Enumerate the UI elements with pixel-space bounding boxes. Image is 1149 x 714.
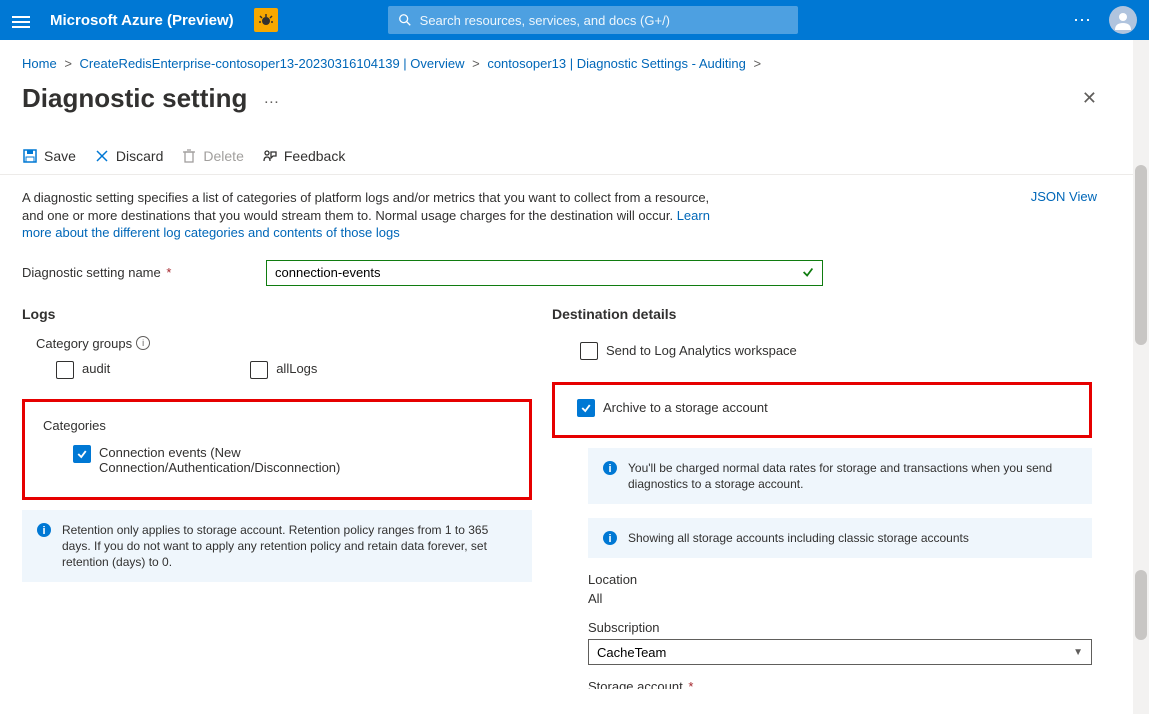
scrollbar[interactable] [1133,40,1149,714]
more-menu-icon[interactable]: ⋯ [1073,10,1093,31]
user-avatar[interactable] [1109,6,1137,34]
category-groups-label: Category groups i [36,336,532,351]
destination-heading: Destination details [552,306,1092,322]
archive-storage-label: Archive to a storage account [603,400,768,415]
location-label: Location [588,572,1092,587]
preview-bug-icon[interactable] [254,8,278,32]
page-more-icon[interactable]: … [263,90,279,108]
help-icon[interactable]: i [136,336,150,350]
brand-title: Microsoft Azure (Preview) [50,12,234,29]
scrollbar-thumb[interactable] [1135,570,1147,640]
location-value: All [588,591,1092,606]
delete-button: Delete [181,148,243,164]
audit-label: audit [82,361,110,376]
description-text: A diagnostic setting specifies a list of… [22,189,722,242]
connection-events-label: Connection events (New Connection/Authen… [99,445,439,475]
archive-highlighted-section: Archive to a storage account [552,382,1092,438]
breadcrumb: Home > CreateRedisEnterprise-contosoper1… [0,40,1149,75]
discard-button[interactable]: Discard [94,148,163,164]
hamburger-menu-icon[interactable] [12,13,30,27]
breadcrumb-resource[interactable]: contosoper13 | Diagnostic Settings - Aud… [487,56,745,71]
chevron-down-icon: ▼ [1073,647,1083,658]
info-icon: i [602,460,618,476]
valid-check-icon [801,265,815,284]
setting-name-input[interactable] [266,260,823,286]
subscription-label: Subscription [588,620,1092,635]
categories-label: Categories [43,418,525,433]
categories-highlighted-section: Categories Connection events (New Connec… [22,399,532,500]
feedback-icon [262,148,278,164]
svg-text:i: i [608,463,611,475]
search-placeholder: Search resources, services, and docs (G+… [420,13,670,28]
charge-info-box: i You'll be charged normal data rates fo… [588,448,1092,504]
discard-icon [94,148,110,164]
breadcrumb-deployment[interactable]: CreateRedisEnterprise-contosoper13-20230… [80,56,465,71]
search-icon [398,13,412,27]
setting-name-label: Diagnostic setting name * [22,265,266,280]
global-search[interactable]: Search resources, services, and docs (G+… [388,6,798,34]
svg-text:i: i [608,533,611,545]
azure-top-bar: Microsoft Azure (Preview) Search resourc… [0,0,1149,40]
subscription-select[interactable]: CacheTeam ▼ [588,639,1092,665]
log-analytics-checkbox[interactable] [580,342,598,360]
audit-checkbox[interactable] [56,361,74,379]
delete-icon [181,148,197,164]
command-bar: Save Discard Delete Feedback [0,136,1149,175]
breadcrumb-home[interactable]: Home [22,56,57,71]
all-logs-checkbox[interactable] [250,361,268,379]
all-logs-label: allLogs [276,361,317,376]
save-icon [22,148,38,164]
storage-account-label: Storage account * [588,679,1092,689]
json-view-link[interactable]: JSON View [1031,189,1097,242]
save-button[interactable]: Save [22,148,76,164]
svg-text:i: i [42,525,45,537]
logs-heading: Logs [22,306,532,322]
scrollbar-thumb[interactable] [1135,165,1147,345]
connection-events-checkbox[interactable] [73,445,91,463]
close-panel-icon[interactable]: ✕ [1082,88,1097,109]
feedback-button[interactable]: Feedback [262,148,345,164]
archive-storage-checkbox[interactable] [577,399,595,417]
log-analytics-label: Send to Log Analytics workspace [606,343,797,358]
page-title: Diagnostic setting [22,83,247,114]
retention-info-box: i Retention only applies to storage acco… [22,510,532,583]
classic-info-box: i Showing all storage accounts including… [588,518,1092,558]
info-icon: i [36,522,52,538]
info-icon: i [602,530,618,546]
